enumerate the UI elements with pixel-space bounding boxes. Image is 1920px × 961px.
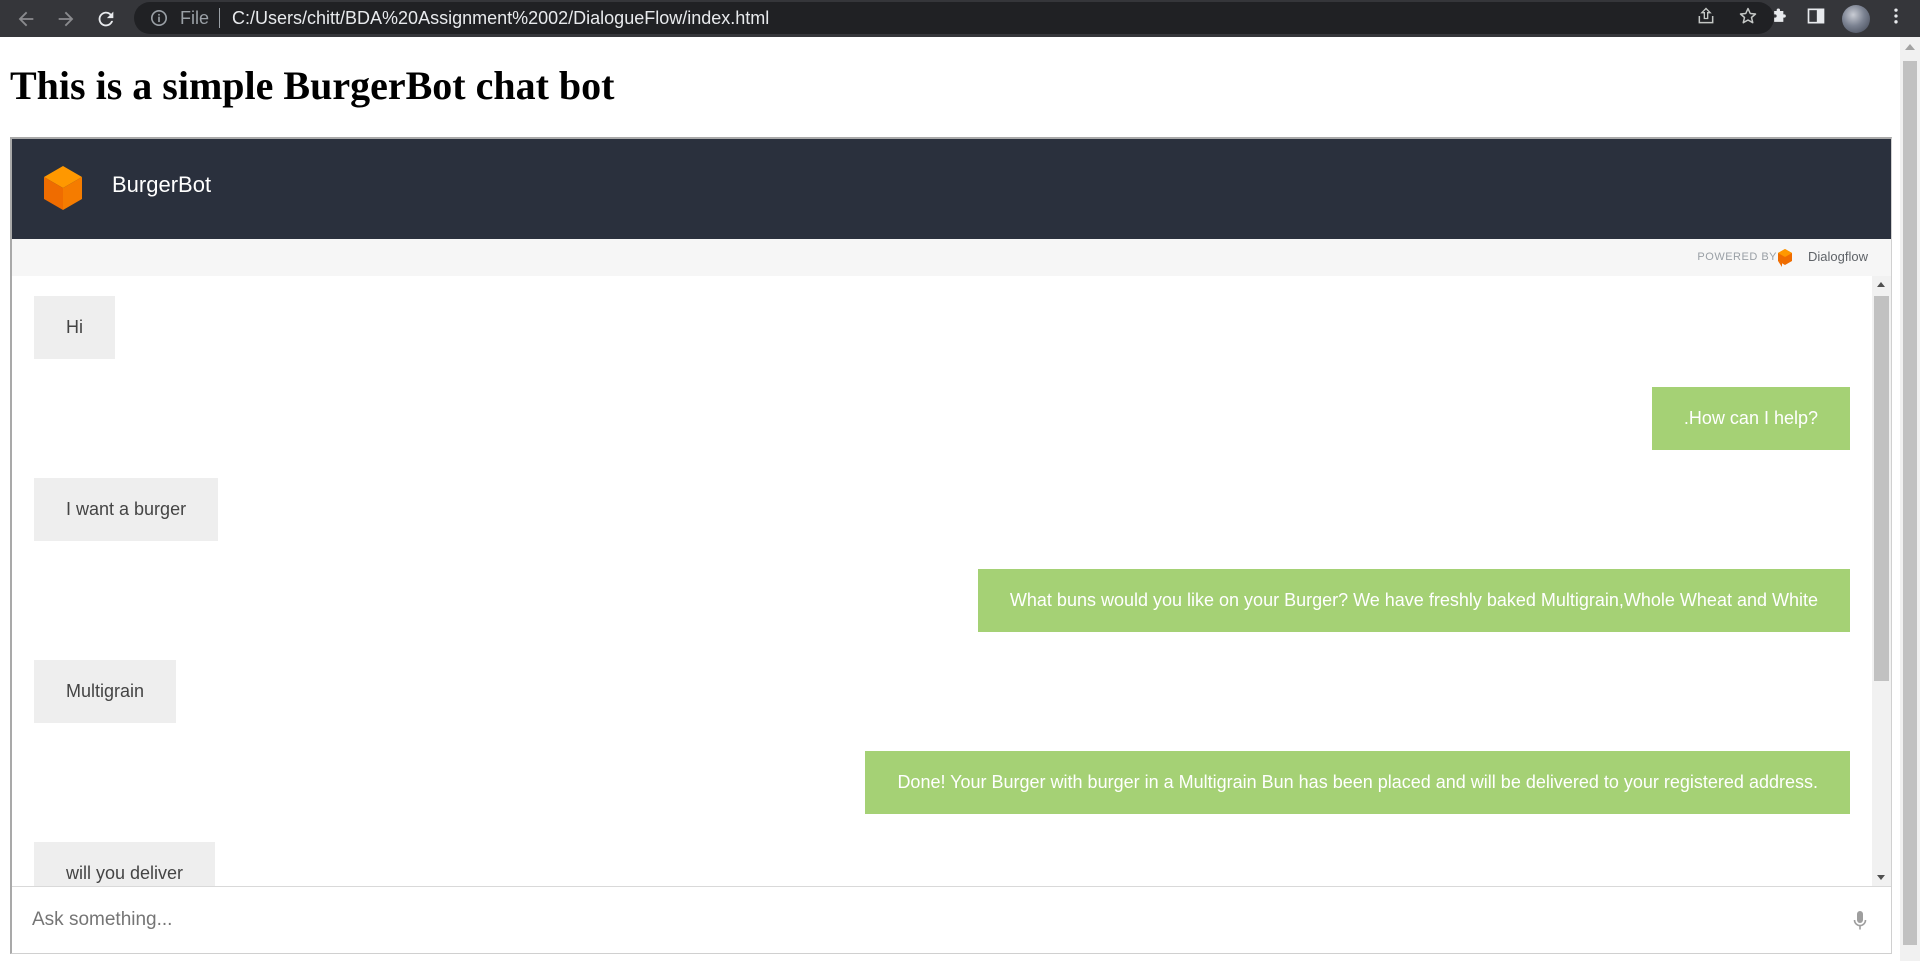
bot-logo-icon — [44, 166, 82, 210]
star-icon[interactable] — [1738, 6, 1758, 31]
user-message: Hi — [34, 296, 115, 359]
arrow-left-icon — [18, 11, 34, 26]
reload-button[interactable] — [86, 0, 126, 37]
page-title: This is a simple BurgerBot chat bot — [10, 63, 615, 108]
powered-by-bar: POWERED BY Dialogflow — [12, 239, 1891, 276]
puzzle-icon[interactable] — [1770, 6, 1790, 31]
kebab-menu-icon[interactable] — [1886, 6, 1906, 31]
forward-button[interactable] — [46, 0, 86, 37]
page-content: This is a simple BurgerBot chat bot Burg… — [0, 37, 1900, 961]
share-icon[interactable] — [1696, 6, 1716, 31]
message-list: Hi .How can I help? I want a burger What… — [12, 276, 1872, 886]
user-message: I want a burger — [34, 478, 219, 541]
bot-name: BurgerBot — [112, 172, 212, 197]
bot-message: .How can I help? — [1651, 387, 1850, 450]
dialogflow-logo-icon — [1778, 249, 1792, 267]
url-text[interactable]: C:/Users/chitt/BDA%20Assignment%2002/Dia… — [232, 8, 769, 29]
side-panel-icon[interactable] — [1806, 6, 1826, 31]
arrow-right-icon — [58, 11, 74, 26]
address-bar[interactable]: File C:/Users/chitt/BDA%20Assignment%200… — [134, 2, 1774, 34]
dialogflow-name: Dialogflow — [1808, 249, 1868, 264]
info-icon[interactable] — [150, 9, 168, 27]
back-button[interactable] — [6, 0, 46, 37]
page-scrollbar[interactable] — [1900, 37, 1920, 961]
microphone-icon[interactable] — [1853, 910, 1867, 932]
user-message: Multigrain — [34, 660, 177, 723]
scroll-down-arrow-icon[interactable] — [1877, 875, 1885, 880]
chat-scrollbar[interactable] — [1872, 276, 1891, 886]
page-scroll-up-arrow-icon[interactable] — [1905, 44, 1915, 50]
chat-scrollbar-thumb[interactable] — [1874, 296, 1889, 681]
bot-message: Done! Your Burger with burger in a Multi… — [865, 751, 1850, 814]
chat-header: BurgerBot — [12, 139, 1891, 239]
url-separator — [219, 8, 221, 28]
powered-by-label: POWERED BY — [1697, 251, 1777, 263]
user-message: will you deliver — [34, 842, 216, 886]
chat-widget: BurgerBot POWERED BY Dialogflow Hi .How … — [10, 137, 1892, 954]
browser-toolbar: File C:/Users/chitt/BDA%20Assignment%200… — [0, 0, 1920, 37]
scroll-up-arrow-icon[interactable] — [1877, 282, 1885, 287]
reload-icon — [98, 11, 114, 26]
url-scheme-label: File — [180, 7, 210, 28]
page-scrollbar-thumb[interactable] — [1903, 61, 1917, 945]
bot-message: What buns would you like on your Burger?… — [977, 569, 1850, 632]
chat-input[interactable] — [32, 903, 1822, 937]
chat-input-bar — [12, 886, 1891, 953]
profile-avatar[interactable] — [1842, 4, 1870, 33]
